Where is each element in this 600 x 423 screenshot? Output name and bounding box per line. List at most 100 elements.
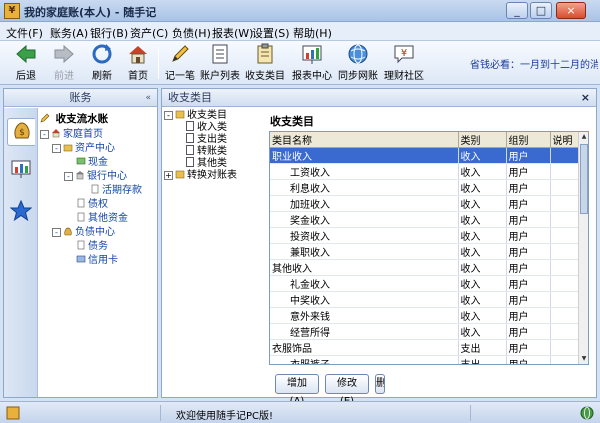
column-header-name[interactable]: 类目名称 [270, 132, 459, 148]
cell-category-type: 收入 [458, 211, 507, 228]
left-side-tabs: $ [4, 108, 38, 397]
menu-settings[interactable]: 设置(S) [252, 25, 290, 41]
cell-category-group: 用户 [506, 355, 551, 364]
cell-category-name: 礼金收入 [270, 275, 459, 292]
add-entry-button[interactable]: 记一笔 [162, 43, 198, 83]
category-transfer[interactable]: 转账类 [164, 145, 264, 157]
tree-label-credit-card: 信用卡 [88, 255, 118, 266]
tree-item-cash[interactable]: 现金 [40, 156, 157, 170]
tree-item-debt-center[interactable]: - 负债中心 [40, 226, 157, 240]
category-income[interactable]: 收入类 [164, 121, 264, 133]
menu-help[interactable]: 帮助(H) [293, 25, 332, 41]
cell-category-group: 用户 [506, 323, 551, 340]
collapse-chevron-icon[interactable]: « [145, 89, 151, 107]
table-row[interactable]: 兼职收入 收入 用户 [270, 243, 583, 260]
tree-item-claims[interactable]: 债权 [40, 198, 157, 212]
table-row[interactable]: 其他收入 收入 用户 [270, 259, 583, 276]
minimize-button[interactable]: _ [506, 2, 528, 19]
category-tree: - 收支类目 收入类 支出类 转账类 其他类 + 转换对账表 [164, 109, 264, 181]
cell-category-type: 收入 [458, 275, 507, 292]
refresh-button[interactable]: 刷新 [84, 43, 120, 83]
menu-assets[interactable]: 资产(C) [130, 25, 168, 41]
forward-button[interactable]: 前进 [46, 43, 82, 83]
table-row[interactable]: 礼金收入 收入 用户 [270, 275, 583, 292]
cell-category-name: 兼职收入 [270, 243, 459, 260]
column-header-group[interactable]: 组别 [506, 132, 551, 148]
tree-item-other-funds[interactable]: 其他资金 [40, 212, 157, 226]
collapse-toggle-icon[interactable]: - [52, 228, 61, 237]
category-expense[interactable]: 支出类 [164, 133, 264, 145]
collapse-toggle-icon[interactable]: - [64, 172, 73, 181]
table-row[interactable]: 投资收入 收入 用户 [270, 227, 583, 244]
ledger-title-row[interactable]: 收支流水账 [40, 110, 157, 128]
cell-category-group: 用户 [506, 195, 551, 212]
sync-button[interactable]: 同步网账 [336, 43, 380, 83]
category-other[interactable]: 其他类 [164, 157, 264, 169]
cell-category-name: 工资收入 [270, 163, 459, 180]
reports-button[interactable]: 报表中心 [290, 43, 334, 83]
table-row[interactable]: 奖金收入 收入 用户 [270, 211, 583, 228]
table-row[interactable]: 衣服饰品 支出 用户 [270, 339, 583, 356]
scroll-up-icon[interactable]: ▲ [579, 132, 588, 142]
document-icon [77, 212, 85, 222]
category-other-label: 其他类 [197, 158, 227, 169]
table-row[interactable]: 工资收入 收入 用户 [270, 163, 583, 180]
edit-category-button[interactable]: 修改(E) [325, 374, 369, 407]
favorites-tab[interactable] [7, 199, 35, 228]
home-button[interactable]: 首页 [120, 43, 156, 83]
bank-icon [76, 171, 84, 180]
close-button[interactable]: × [556, 2, 586, 19]
refresh-icon [92, 44, 112, 64]
clipboard-icon [257, 43, 273, 64]
menu-reports[interactable]: 报表(W) [212, 25, 253, 41]
ledger-tab[interactable]: $ [7, 118, 35, 146]
column-header-type[interactable]: 类别 [458, 132, 507, 148]
account-list-button[interactable]: 账户列表 [198, 43, 242, 83]
pencil-icon [172, 45, 189, 62]
expand-toggle-icon[interactable]: + [164, 171, 173, 180]
scroll-thumb[interactable] [580, 144, 588, 214]
maximize-button[interactable]: □ [530, 2, 552, 19]
tree-item-asset-center[interactable]: - 资产中心 [40, 142, 157, 156]
table-row[interactable]: 职业收入 收入 用户 [270, 147, 583, 164]
tree-item-family-home[interactable]: - 家庭首页 [40, 128, 157, 142]
menu-debt[interactable]: 负债(H) [172, 25, 211, 41]
categories-button[interactable]: 收支类目 [243, 43, 287, 83]
sync-label: 同步网账 [338, 71, 378, 82]
scroll-down-icon[interactable]: ▼ [579, 354, 588, 364]
account-list-icon [212, 44, 228, 64]
add-category-button[interactable]: 增加(A) [275, 374, 319, 407]
menu-bank[interactable]: 银行(B) [90, 25, 128, 41]
category-tree-root[interactable]: - 收支类目 [164, 109, 264, 121]
table-row[interactable]: 中奖收入 收入 用户 [270, 291, 583, 308]
tree-item-credit-card[interactable]: 信用卡 [40, 254, 157, 268]
chart-tab[interactable] [7, 158, 35, 186]
forward-arrow-icon [54, 44, 74, 64]
tree-item-debts[interactable]: 债务 [40, 240, 157, 254]
category-conversion[interactable]: + 转换对账表 [164, 169, 264, 181]
collapse-toggle-icon[interactable]: - [52, 144, 61, 153]
community-button[interactable]: ¥ 理财社区 [382, 43, 426, 83]
tree-label-debt-center: 负债中心 [75, 227, 115, 238]
cell-category-name: 职业收入 [270, 147, 459, 164]
collapse-toggle-icon[interactable]: - [40, 130, 49, 139]
cell-category-name: 利息收入 [270, 179, 459, 196]
table-row[interactable]: 利息收入 收入 用户 [270, 179, 583, 196]
menu-accounts[interactable]: 账务(A) [50, 25, 88, 41]
table-row[interactable]: 加班收入 收入 用户 [270, 195, 583, 212]
report-chart-icon [302, 45, 322, 64]
collapse-toggle-icon[interactable]: - [164, 111, 173, 120]
menu-file[interactable]: 文件(F) [6, 25, 43, 41]
grid-scrollbar[interactable]: ▲ ▼ [578, 132, 588, 364]
table-row[interactable]: 经营所得 收入 用户 [270, 323, 583, 340]
document-icon [186, 145, 194, 155]
close-panel-icon[interactable]: × [581, 89, 590, 107]
delete-category-button[interactable]: 删 [375, 374, 385, 394]
title-bar: ¥ 我的家庭账(本人) - 随手记 _ □ × [0, 0, 600, 22]
table-row[interactable]: 意外来钱 收入 用户 [270, 307, 583, 324]
tree-item-bank-center[interactable]: - 银行中心 [40, 170, 157, 184]
promo-tip-link[interactable]: 省钱必看：一月到十二月的消费 [470, 56, 598, 71]
tree-item-demand-deposit[interactable]: 活期存款 [40, 184, 157, 198]
table-row[interactable]: 衣服裤子支出用户 [270, 355, 583, 364]
back-button[interactable]: 后退 [8, 43, 44, 83]
